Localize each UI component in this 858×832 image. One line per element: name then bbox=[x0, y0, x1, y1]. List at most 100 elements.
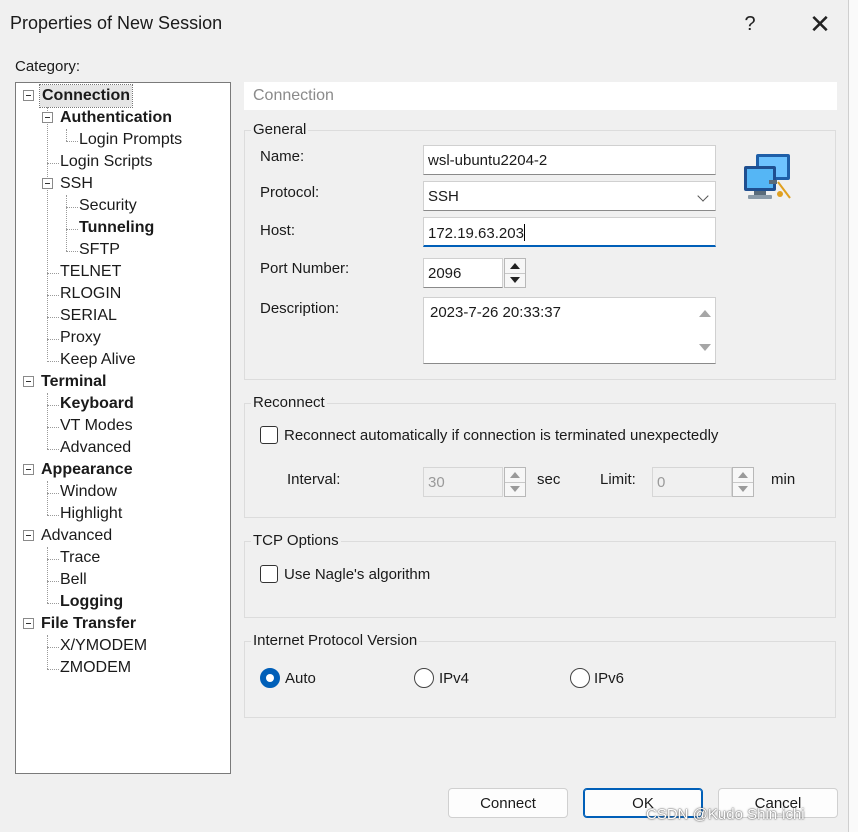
tree-item-appearance[interactable]: Appearance bbox=[41, 459, 133, 481]
tree-item-file-transfer[interactable]: File Transfer bbox=[41, 613, 136, 635]
limit-spinner[interactable] bbox=[732, 467, 754, 497]
tree-line bbox=[47, 669, 59, 670]
help-icon[interactable]: ? bbox=[730, 8, 770, 40]
limit-value: 0 bbox=[657, 474, 666, 491]
interval-field[interactable]: 30 bbox=[423, 467, 503, 497]
tree-item-terminal[interactable]: Terminal bbox=[41, 371, 107, 393]
scroll-up-icon[interactable] bbox=[699, 310, 711, 317]
close-icon[interactable]: ✕ bbox=[800, 8, 840, 40]
tree-line bbox=[47, 405, 59, 406]
tree-line bbox=[66, 195, 67, 251]
tree-item-login-prompts[interactable]: Login Prompts bbox=[79, 129, 182, 151]
nagle-checkbox[interactable] bbox=[260, 565, 278, 583]
collapse-icon[interactable] bbox=[23, 464, 34, 475]
tree-line bbox=[66, 229, 78, 230]
tree-item-security[interactable]: Security bbox=[79, 195, 137, 217]
limit-field[interactable]: 0 bbox=[652, 467, 732, 497]
tree-item-serial[interactable]: SERIAL bbox=[60, 305, 117, 327]
collapse-icon[interactable] bbox=[23, 530, 34, 541]
tree-item-proxy[interactable]: Proxy bbox=[60, 327, 101, 349]
tree-item-terminal-advanced[interactable]: Advanced bbox=[60, 437, 131, 459]
interval-spinner[interactable] bbox=[504, 467, 526, 497]
host-value: 172.19.63.203 bbox=[428, 225, 524, 242]
tree-line bbox=[47, 635, 48, 669]
tree-line bbox=[47, 273, 59, 274]
radio-ipv6[interactable] bbox=[570, 668, 590, 688]
tree-line bbox=[47, 449, 59, 450]
section-header: Connection bbox=[244, 82, 837, 110]
collapse-icon[interactable] bbox=[23, 376, 34, 387]
session-properties-dialog: Properties of New Session ? ✕ Category: bbox=[0, 0, 849, 832]
window-title: Properties of New Session bbox=[10, 13, 223, 33]
protocol-select[interactable]: SSH bbox=[423, 181, 716, 211]
tree-line bbox=[47, 559, 59, 560]
tree-item-keyboard[interactable]: Keyboard bbox=[60, 393, 134, 415]
spin-down-icon[interactable] bbox=[505, 482, 525, 496]
tree-item-bell[interactable]: Bell bbox=[60, 569, 87, 591]
tree-item-rlogin[interactable]: RLOGIN bbox=[60, 283, 121, 305]
collapse-icon[interactable] bbox=[23, 90, 34, 101]
tree-item-connection[interactable]: Connection bbox=[39, 84, 133, 108]
radio-ipv4-label[interactable]: IPv4 bbox=[439, 670, 469, 687]
tree-item-advanced[interactable]: Advanced bbox=[41, 525, 112, 547]
reconnect-checkbox-label[interactable]: Reconnect automatically if connection is… bbox=[284, 427, 718, 444]
ip-version-title: Internet Protocol Version bbox=[251, 632, 420, 649]
tree-item-trace[interactable]: Trace bbox=[60, 547, 100, 569]
reconnect-checkbox[interactable] bbox=[260, 426, 278, 444]
description-label: Description: bbox=[260, 300, 340, 317]
nagle-checkbox-label[interactable]: Use Nagle's algorithm bbox=[284, 566, 430, 583]
description-field[interactable]: 2023-7-26 20:33:37 bbox=[423, 297, 716, 364]
tree-line bbox=[47, 647, 59, 648]
port-spinner[interactable] bbox=[504, 258, 526, 288]
name-field[interactable]: wsl-ubuntu2204-2 bbox=[423, 145, 716, 175]
tree-item-telnet[interactable]: TELNET bbox=[60, 261, 121, 283]
connect-button[interactable]: Connect bbox=[448, 788, 568, 818]
port-label: Port Number: bbox=[260, 260, 350, 277]
section-header-title: Connection bbox=[253, 87, 334, 104]
port-field[interactable]: 2096 bbox=[423, 258, 503, 288]
collapse-icon[interactable] bbox=[23, 618, 34, 629]
tree-item-vt-modes[interactable]: VT Modes bbox=[60, 415, 133, 437]
spin-up-icon[interactable] bbox=[733, 468, 753, 483]
tree-line bbox=[47, 515, 59, 516]
tree-item-login-scripts[interactable]: Login Scripts bbox=[60, 151, 153, 173]
tree-item-highlight[interactable]: Highlight bbox=[60, 503, 122, 525]
tree-item-window[interactable]: Window bbox=[60, 481, 117, 503]
scroll-down-icon[interactable] bbox=[699, 344, 711, 351]
category-tree[interactable]: Connection Authentication Login Prompts … bbox=[15, 82, 231, 774]
tree-item-tunneling[interactable]: Tunneling bbox=[79, 217, 154, 239]
description-scrollbar[interactable] bbox=[693, 298, 715, 363]
tree-line bbox=[66, 129, 67, 141]
spin-down-icon[interactable] bbox=[505, 273, 525, 287]
ip-version-group bbox=[244, 641, 836, 718]
name-value: wsl-ubuntu2204-2 bbox=[428, 152, 548, 169]
reconnect-group bbox=[244, 403, 836, 518]
tree-line bbox=[47, 107, 48, 359]
tree-line bbox=[66, 251, 78, 252]
tree-item-ssh[interactable]: SSH bbox=[60, 173, 93, 195]
tree-line bbox=[47, 163, 59, 164]
collapse-icon[interactable] bbox=[42, 178, 53, 189]
tree-item-authentication[interactable]: Authentication bbox=[60, 107, 172, 129]
host-field[interactable]: 172.19.63.203 bbox=[423, 217, 716, 247]
collapse-icon[interactable] bbox=[42, 112, 53, 123]
interval-value: 30 bbox=[428, 474, 445, 491]
tree-line bbox=[47, 295, 59, 296]
spin-up-icon[interactable] bbox=[505, 468, 525, 483]
tree-item-zmodem[interactable]: ZMODEM bbox=[60, 657, 131, 679]
radio-ipv6-label[interactable]: IPv6 bbox=[594, 670, 624, 687]
interval-label: Interval: bbox=[287, 471, 341, 488]
tree-item-sftp[interactable]: SFTP bbox=[79, 239, 120, 261]
protocol-value: SSH bbox=[428, 188, 459, 205]
tree-item-xymodem[interactable]: X/YMODEM bbox=[60, 635, 147, 657]
tree-line bbox=[47, 493, 59, 494]
tcp-options-title: TCP Options bbox=[251, 532, 341, 549]
tree-item-keep-alive[interactable]: Keep Alive bbox=[60, 349, 136, 371]
category-label: Category: bbox=[15, 58, 81, 75]
radio-auto-label[interactable]: Auto bbox=[285, 670, 316, 687]
spin-down-icon[interactable] bbox=[733, 482, 753, 496]
radio-auto[interactable] bbox=[260, 668, 280, 688]
tree-item-logging[interactable]: Logging bbox=[60, 591, 123, 613]
radio-ipv4[interactable] bbox=[414, 668, 434, 688]
spin-up-icon[interactable] bbox=[505, 259, 525, 274]
